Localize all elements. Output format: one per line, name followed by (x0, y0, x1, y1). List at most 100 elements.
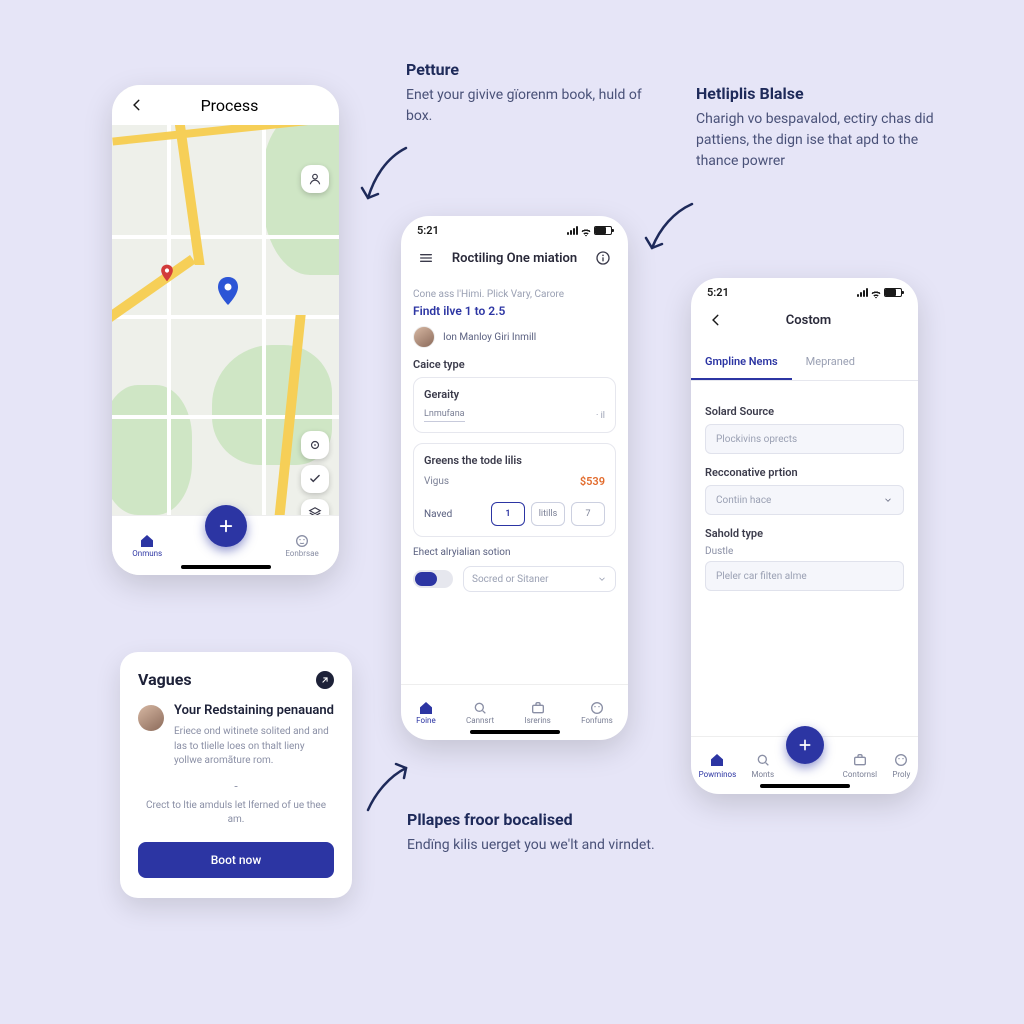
nav-label: Contornsl (843, 770, 878, 779)
callout-hetliplis: Hetliplis Blalse Charigh vo bespavalod, … (696, 84, 956, 172)
card-badge[interactable] (316, 671, 334, 689)
details-header: Roctiling One miation (401, 237, 628, 279)
tab-isrerins[interactable]: Isrerins (524, 700, 550, 725)
page-title: Costom (786, 313, 831, 328)
nav-label: Monts (751, 770, 774, 779)
plus-icon (217, 517, 235, 535)
nav-label: Onmuns (132, 549, 162, 558)
price: $539 (580, 475, 605, 488)
hamburger-icon (418, 250, 434, 266)
add-fab[interactable] (786, 726, 824, 764)
section-label: Caice type (413, 358, 616, 371)
tab-foine[interactable]: Foine (416, 700, 436, 725)
map-check-button[interactable] (301, 465, 329, 493)
divider: - (138, 779, 334, 793)
nav-proly[interactable]: Proly (892, 752, 910, 779)
nav-contornsl[interactable]: Contornsl (843, 752, 878, 779)
callout-pllapes: Pllapes froor bocalised Endïng kilis uer… (407, 810, 667, 856)
card-geraity[interactable]: Geraity Lnmufana · il (413, 377, 616, 433)
face-icon (589, 700, 605, 716)
source-input[interactable]: Plockivins oprects (705, 424, 904, 454)
input-placeholder: Pleler car filten alme (716, 571, 807, 582)
type-input[interactable]: Pleler car filten alme (705, 561, 904, 591)
select-placeholder: Socred or Sitaner (472, 574, 548, 585)
wifi-icon (870, 287, 882, 299)
home-indicator (181, 565, 271, 569)
page-title: Process (201, 96, 259, 115)
face-icon (893, 752, 909, 768)
seg-option[interactable]: 1 (491, 502, 525, 526)
toggle-switch[interactable] (413, 570, 453, 588)
card-desc: Crect to ltie amduls let lferned of ue t… (138, 799, 334, 828)
briefcase-icon (852, 752, 868, 768)
phone-details: 5:21 Roctiling One miation Cone ass l'Hi… (401, 216, 628, 740)
wifi-icon (580, 225, 592, 237)
back-button[interactable] (126, 94, 148, 116)
status-time: 5:21 (417, 224, 439, 237)
tab-gmpline[interactable]: Gmpline Nems (691, 345, 792, 380)
chevron-left-icon (130, 98, 144, 112)
quantity-stepper[interactable]: 1 litills 7 (491, 502, 605, 526)
battery-icon (594, 226, 612, 235)
home-indicator (470, 730, 560, 734)
promo-card: Vagues Your Redstaining penauand Eriece … (120, 652, 352, 898)
map-profile-button[interactable] (301, 165, 329, 193)
search-icon (755, 752, 771, 768)
callout-petture: Petture Enet your givive gïorenm book, h… (406, 60, 666, 127)
user-name: Ion Manloy Giri Inmill (443, 332, 536, 343)
tab-mepraned[interactable]: Mepraned (792, 345, 869, 380)
breadcrumb: Cone ass l'Himi. Plick Vary, Carore (413, 289, 616, 300)
map-locate-button[interactable] (301, 431, 329, 459)
callout-body: Endïng kilis uerget you we'lt and virnde… (407, 835, 667, 856)
card-desc: Eriece ond witinete solited and and las … (174, 725, 334, 769)
select-placeholder: Contiin hace (716, 495, 771, 506)
arrow-icon (356, 140, 416, 210)
tab-label: Cannsrt (466, 716, 494, 725)
status-bar: 5:21 (401, 216, 628, 237)
user-row[interactable]: Ion Manloy Giri Inmill (413, 326, 616, 348)
nav-label: Powminos (699, 770, 737, 779)
callout-title: Hetliplis Blalse (696, 84, 956, 103)
seg-option[interactable]: litills (531, 502, 565, 526)
briefcase-icon (530, 700, 546, 716)
chevron-down-icon (597, 574, 607, 584)
info-button[interactable] (592, 247, 614, 269)
plus-icon (797, 737, 813, 753)
menu-button[interactable] (415, 247, 437, 269)
arrow-up-right-icon (320, 675, 330, 685)
input-placeholder: Plockivins oprects (716, 434, 797, 445)
tab-label: Isrerins (524, 716, 550, 725)
naved-label: Naved (424, 509, 452, 520)
form-tabs: Gmpline Nems Mepraned (691, 345, 918, 381)
field-label: Solard Source (705, 405, 904, 418)
callout-title: Pllapes froor bocalised (407, 810, 667, 829)
form-header: Costom (691, 299, 918, 341)
home-icon (709, 752, 725, 768)
card-label: Greens the tode lilis (424, 454, 605, 467)
info-icon (595, 250, 611, 266)
field-label: Sahold type (705, 527, 904, 540)
callout-title: Petture (406, 60, 666, 79)
option-select[interactable]: Contiin hace (705, 485, 904, 515)
seg-option[interactable]: 7 (571, 502, 605, 526)
card-value: Lnmufana (424, 409, 465, 422)
nav-monts[interactable]: Monts (751, 752, 774, 779)
add-fab[interactable] (205, 505, 247, 547)
nav-powminos[interactable]: Powminos (699, 752, 737, 779)
page-title: Roctiling One miation (452, 251, 577, 266)
tab-cannsrt[interactable]: Cannsrt (466, 700, 494, 725)
status-bar: 5:21 (691, 278, 918, 299)
nav-onmuns[interactable]: Onmuns (132, 533, 162, 558)
home-indicator (760, 784, 850, 788)
status-time: 5:21 (707, 286, 729, 299)
map-header: Process (112, 85, 339, 125)
tab-fonfums[interactable]: Fonfums (581, 700, 613, 725)
card-title: Vagues (138, 670, 192, 689)
avatar (138, 705, 164, 731)
home-icon (139, 533, 155, 549)
select-dropdown[interactable]: Socred or Sitaner (463, 566, 616, 592)
search-icon (472, 700, 488, 716)
back-button[interactable] (705, 309, 727, 331)
nav-eonbrsae[interactable]: Eonbrsae (285, 533, 318, 558)
boot-now-button[interactable]: Boot now (138, 842, 334, 878)
